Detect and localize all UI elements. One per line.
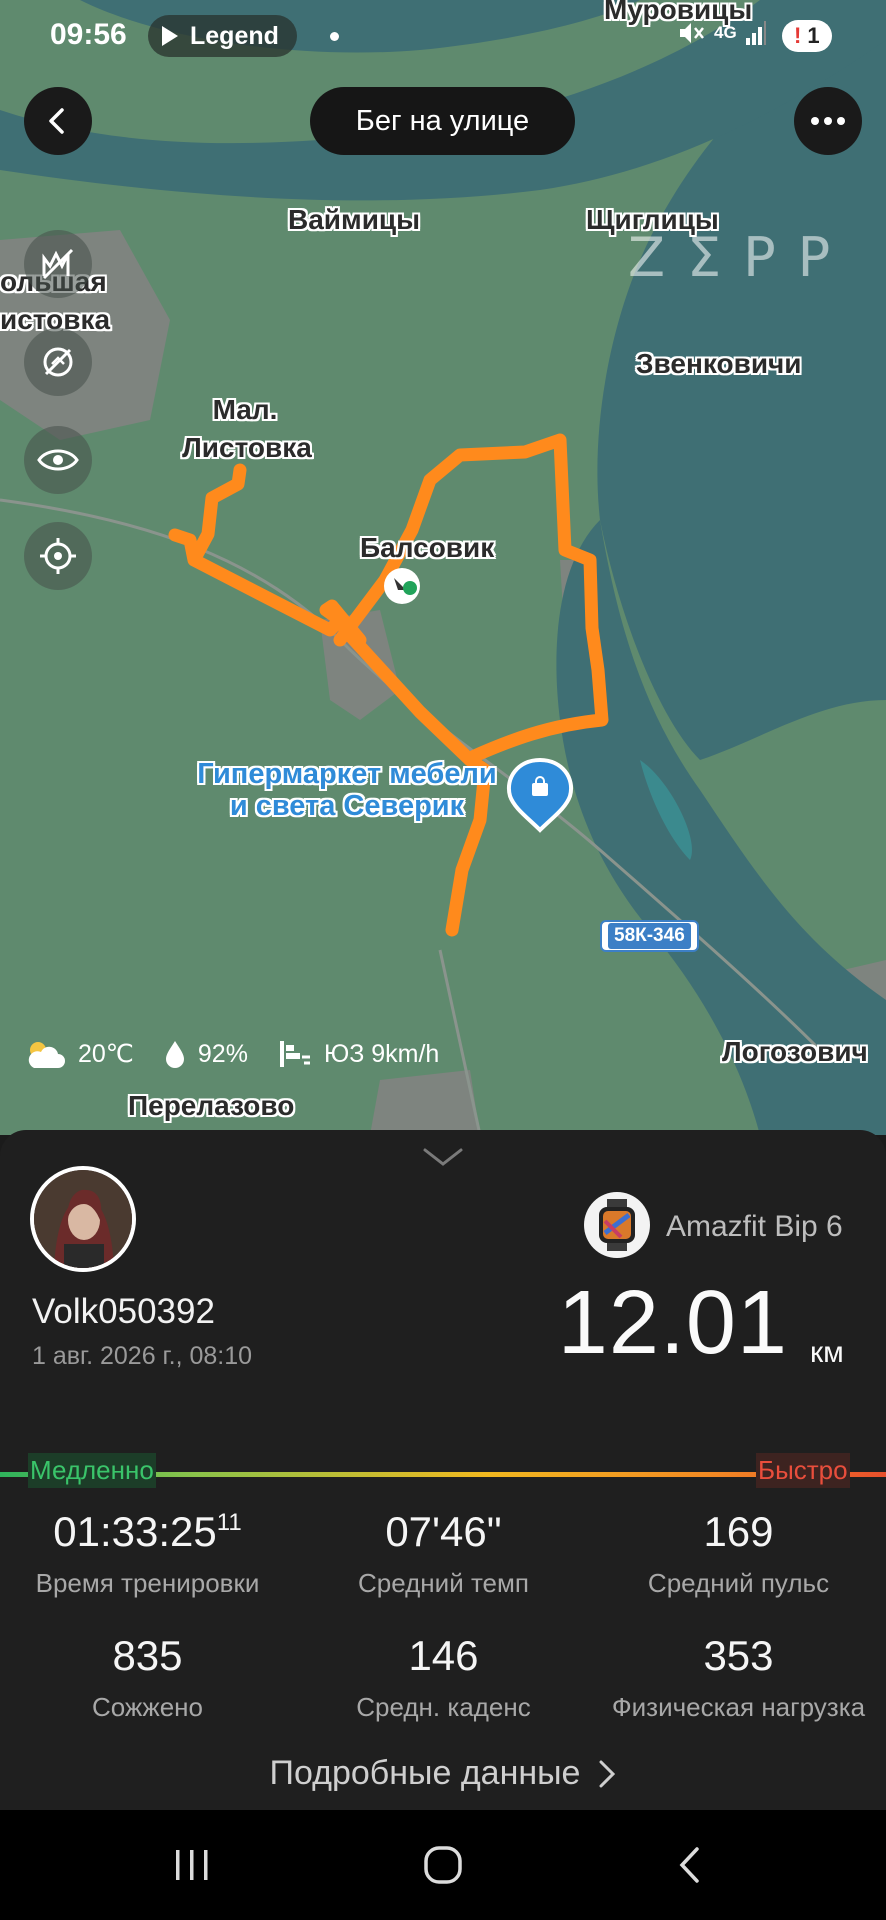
visibility-button[interactable] <box>24 426 92 494</box>
pace-legend: Медленно Быстро <box>0 1450 886 1494</box>
page-title: Бег на улице <box>310 87 575 155</box>
notification-dot <box>330 32 339 41</box>
poi-label-line2: и света Северик <box>229 790 465 823</box>
back-button[interactable] <box>24 87 92 155</box>
place-label: Мал. <box>212 394 278 425</box>
stat-avg-cadence: 146 Средн. каденс <box>296 1632 591 1723</box>
stat-training-load: 353 Физическая нагрузка <box>591 1632 886 1723</box>
hide-route-icon <box>43 347 73 377</box>
zepp-watermark: ZΣPP <box>628 226 853 289</box>
stat-label: Средн. каденс <box>356 1692 531 1722</box>
pace-slow-label: Медленно <box>28 1453 156 1488</box>
avatar[interactable] <box>30 1166 136 1272</box>
play-icon <box>162 26 178 46</box>
route-map[interactable]: ZΣPP Муровицы Ваймицы Щиглицы ольшая ист… <box>0 0 886 1135</box>
workout-datetime: 1 авг. 2026 г., 08:10 <box>32 1342 253 1370</box>
weather-wind: ЮЗ 9km/h <box>278 1039 439 1069</box>
stat-value: 169 <box>703 1508 774 1555</box>
poi-label-line1: Гипермаркет мебели <box>197 758 497 790</box>
status-bar: 09:56 Legend 4G ! 1 <box>0 0 886 72</box>
place-label: Логозович <box>722 1036 868 1067</box>
weather-temp: 20℃ <box>24 1038 134 1070</box>
pace-fast-label: Быстро <box>756 1453 850 1488</box>
distance-value: 12.01 <box>557 1273 788 1373</box>
road-shield: 58К-346 <box>600 920 699 952</box>
weather-humidity: 92% <box>164 1039 248 1069</box>
place-label: Звенковичи <box>636 348 802 379</box>
place-label: Перелазово <box>128 1090 295 1121</box>
stat-value: 835 <box>112 1632 183 1679</box>
chevron-down-icon[interactable] <box>421 1144 465 1170</box>
weather-row: 20℃ 92% ЮЗ 9km/h <box>24 1038 469 1070</box>
alert-count: 1 <box>807 23 820 48</box>
place-label: Щиглицы <box>586 204 719 235</box>
wind: ЮЗ 9km/h <box>323 1039 440 1068</box>
device-name: Amazfit Bip 6 <box>666 1210 843 1243</box>
place-label: Балсовик <box>360 532 495 563</box>
stat-label: Средний пульс <box>647 1568 830 1598</box>
stat-value: 353 <box>703 1632 774 1679</box>
system-nav-bar <box>0 1810 886 1920</box>
stat-duration: 01:33:2511 Время тренировки <box>0 1508 295 1599</box>
stat-label: Средний темп <box>358 1568 529 1598</box>
heatmap-toggle-icon <box>42 248 74 280</box>
details-label: Подробные данные <box>269 1754 581 1792</box>
locate-icon <box>40 538 76 574</box>
chevron-right-icon <box>599 1760 616 1787</box>
stat-avg-pace: 07'46" Средний темп <box>296 1508 591 1599</box>
stat-value: 07'46" <box>385 1508 502 1555</box>
more-button[interactable] <box>794 87 862 155</box>
locate-button[interactable] <box>24 522 92 590</box>
alert-badge: ! 1 <box>782 20 832 52</box>
humidity: 92% <box>197 1039 248 1068</box>
media-pill[interactable]: Legend <box>148 15 297 57</box>
humidity-icon <box>165 1041 184 1068</box>
map-base <box>0 0 886 1135</box>
system-icons: 4G <box>676 18 767 48</box>
home-icon <box>424 1846 462 1884</box>
recents-icon <box>176 1850 208 1880</box>
poi-label[interactable]: Гипермаркет мебели и света Северик <box>182 758 512 823</box>
mute-icon <box>680 23 704 43</box>
stat-avg-heart-rate: 169 Средний пульс <box>591 1508 886 1599</box>
stat-value: 146 <box>408 1632 479 1679</box>
stat-label: Сожжено <box>91 1692 203 1722</box>
home-button[interactable] <box>383 1810 503 1920</box>
distance-unit: км <box>810 1336 844 1369</box>
shopping-bag-icon <box>532 776 548 796</box>
place-label: Ваймицы <box>288 204 421 235</box>
weather-cloud-icon <box>28 1042 65 1068</box>
recents-button[interactable] <box>132 1810 252 1920</box>
stat-value: 01:33:2511 <box>53 1508 242 1555</box>
road-number: 58К-346 <box>608 923 691 949</box>
status-time: 09:56 <box>50 18 127 51</box>
network-type: 4G <box>714 23 737 42</box>
watch-icon <box>584 1192 650 1258</box>
wind-icon <box>279 1041 310 1067</box>
avatar-image <box>34 1170 132 1268</box>
username: Volk050392 <box>32 1292 215 1331</box>
nav-back-icon <box>679 1847 699 1883</box>
signal-icon <box>745 21 766 45</box>
media-label: Legend <box>190 21 279 50</box>
workout-summary-panel: Volk050392 1 авг. 2026 г., 08:10 Amazfit… <box>0 1130 886 1810</box>
more-icon <box>811 117 845 125</box>
stat-label: Время тренировки <box>35 1568 260 1598</box>
hide-route-button[interactable] <box>24 328 92 396</box>
stat-calories: 835 Сожжено <box>0 1632 295 1723</box>
eye-icon <box>37 449 79 471</box>
alert-icon: ! <box>794 23 802 48</box>
nav-back-button[interactable] <box>630 1810 750 1920</box>
details-link[interactable]: Подробные данные <box>0 1754 886 1793</box>
back-icon <box>49 108 64 134</box>
stat-label: Физическая нагрузка <box>611 1692 866 1722</box>
place-label: Листовка <box>182 432 312 463</box>
temperature: 20℃ <box>78 1040 134 1068</box>
heatmap-toggle-button[interactable] <box>24 230 92 298</box>
